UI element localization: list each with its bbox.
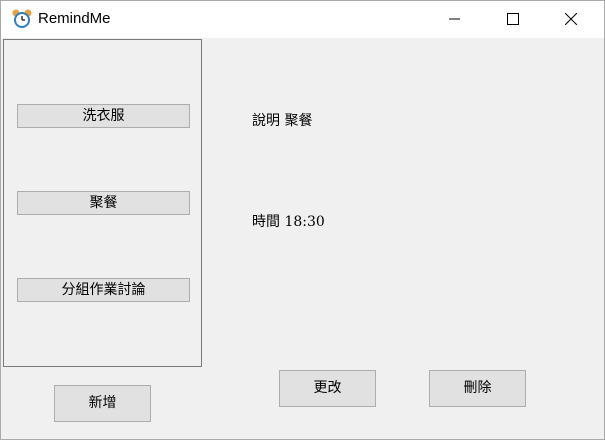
reminder-item[interactable]: 洗衣服 xyxy=(17,104,190,128)
minimize-button[interactable] xyxy=(432,1,478,38)
app-window: RemindMe 洗衣服 聚餐 分組作業討論 說明 聚餐 時間 18:30 新增… xyxy=(0,0,605,440)
description-label: 說明 聚餐 xyxy=(252,113,313,129)
reminder-list-panel: 洗衣服 聚餐 分組作業討論 xyxy=(3,39,202,367)
time-label: 時間 18:30 xyxy=(252,214,325,230)
title-bar[interactable]: RemindMe xyxy=(1,1,604,38)
window-title: RemindMe xyxy=(38,10,111,27)
add-button[interactable]: 新增 xyxy=(54,385,151,422)
edit-button[interactable]: 更改 xyxy=(279,370,376,407)
reminder-item[interactable]: 聚餐 xyxy=(17,191,190,215)
alarm-clock-icon xyxy=(11,8,33,30)
delete-button[interactable]: 刪除 xyxy=(429,370,526,407)
close-button[interactable] xyxy=(548,1,594,38)
reminder-item[interactable]: 分組作業討論 xyxy=(17,278,190,302)
maximize-button[interactable] xyxy=(490,1,536,38)
